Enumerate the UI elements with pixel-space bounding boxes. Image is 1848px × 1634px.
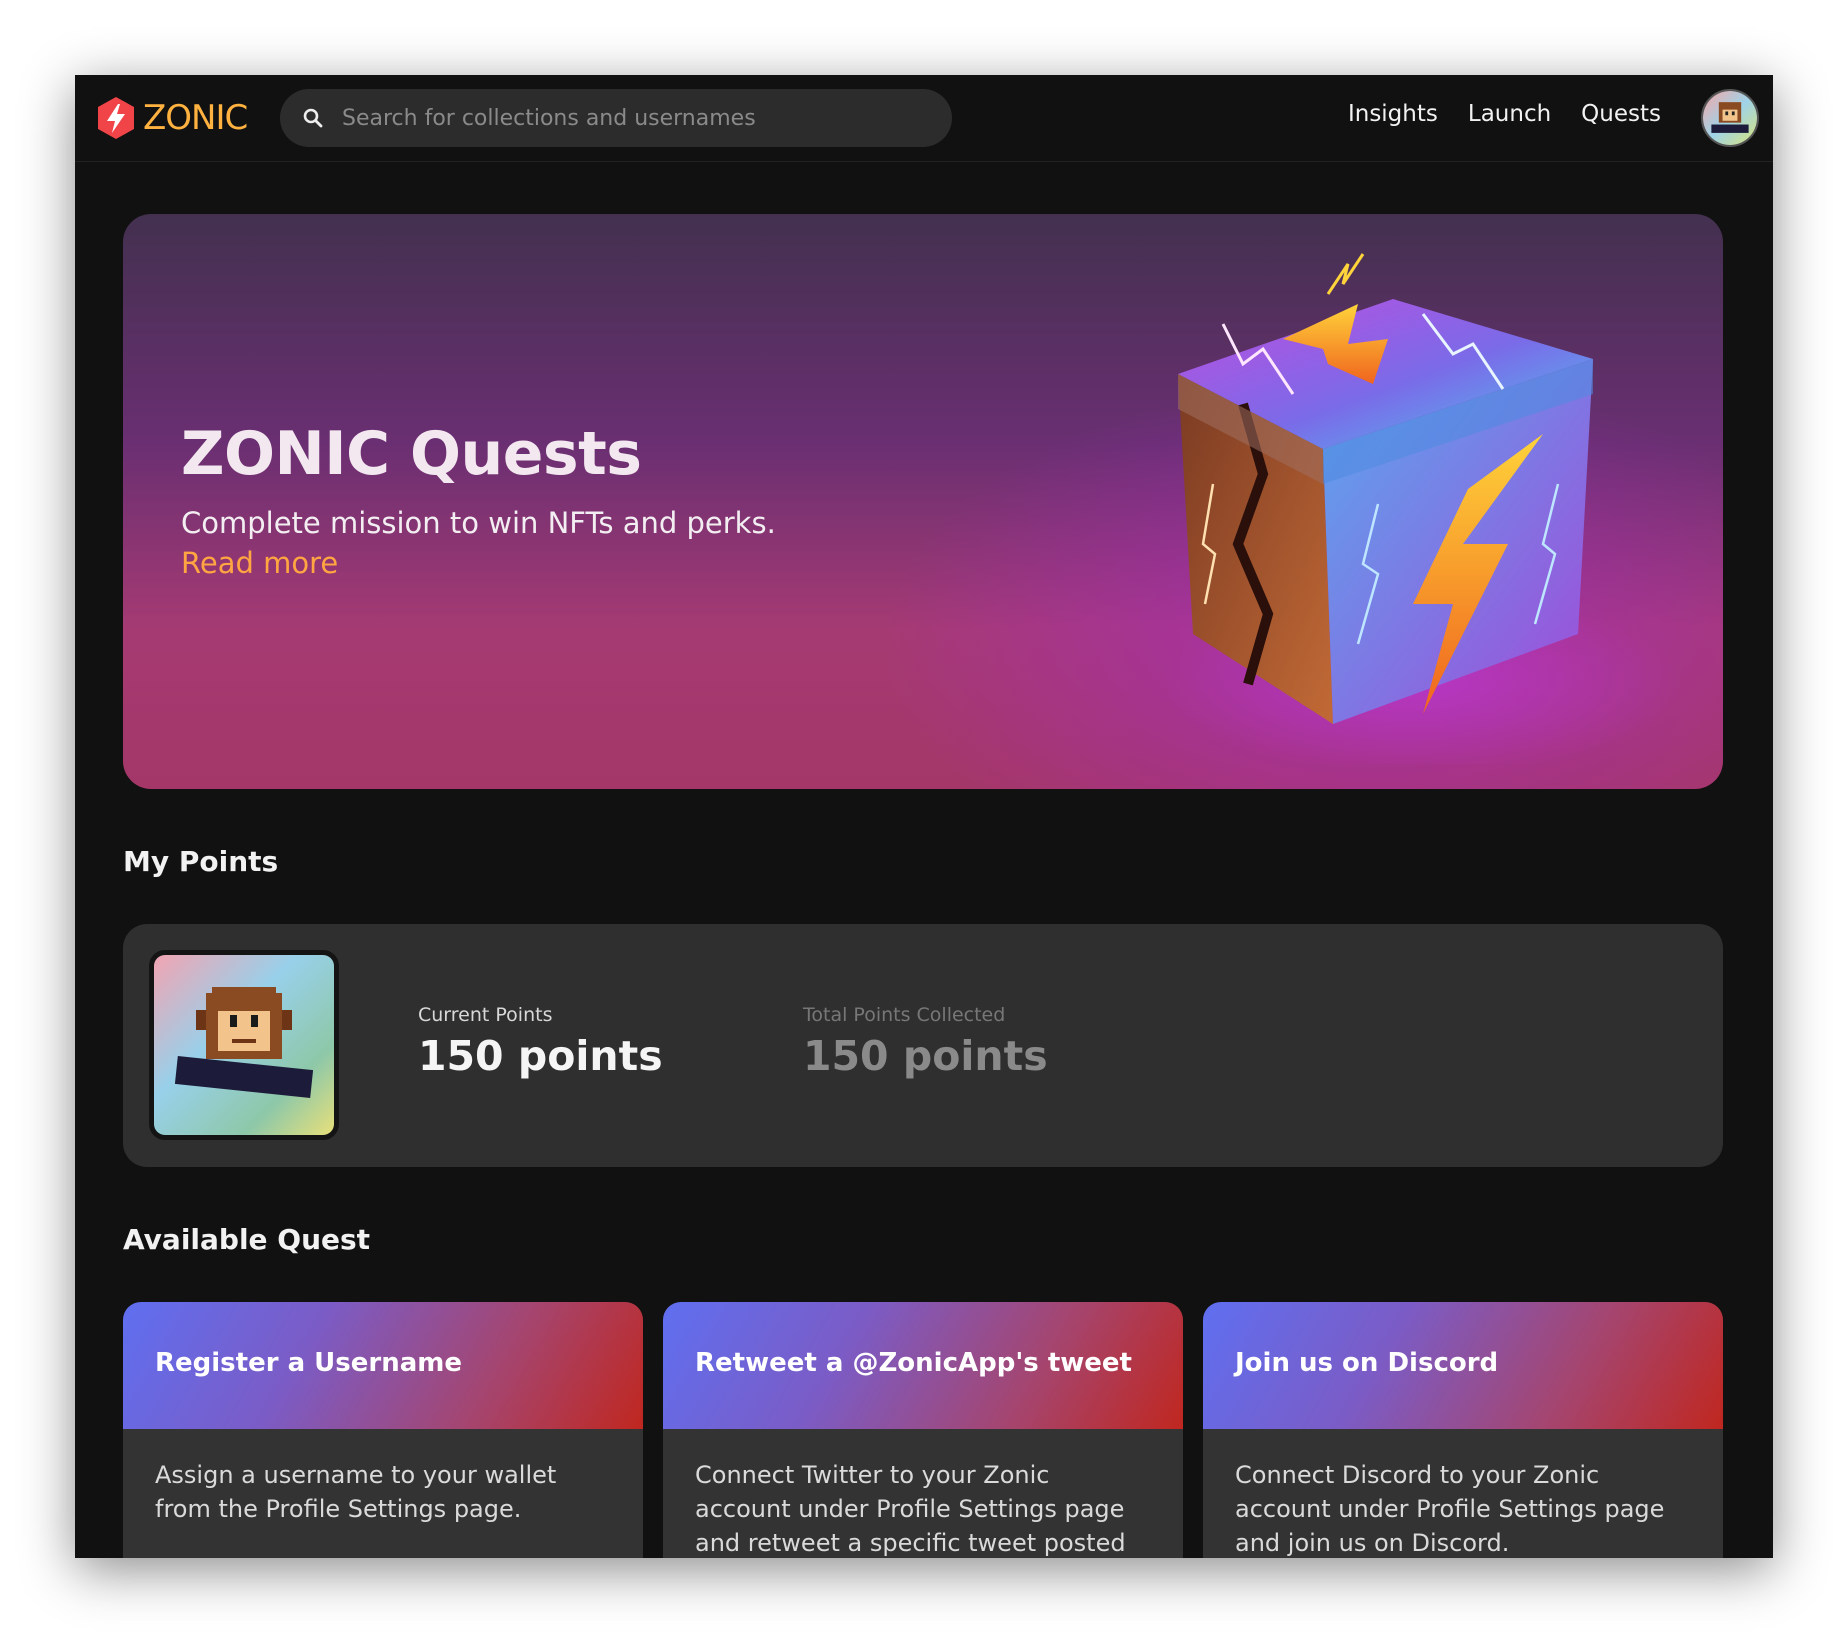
quest-card-header: Retweet a @ZonicApp's tweet (663, 1302, 1183, 1429)
hero-subtitle: Complete mission to win NFTs and perks. (181, 506, 776, 540)
points-card: Current Points 150 points Total Points C… (123, 924, 1723, 1167)
current-points-stat: Current Points 150 points (418, 1004, 663, 1080)
nav-link-quests[interactable]: Quests (1581, 101, 1661, 127)
logo-text: ZONIC (143, 98, 248, 138)
quest-title: Register a Username (155, 1348, 463, 1378)
hero-title: ZONIC Quests (181, 419, 642, 489)
quest-description: Connect Twitter to your Zonic account un… (695, 1461, 1126, 1557)
top-navbar: ZONIC Insights Launch Quests (75, 75, 1773, 162)
total-points-stat: Total Points Collected 150 points (803, 1004, 1048, 1080)
my-points-heading: My Points (123, 845, 279, 878)
zonic-logo[interactable]: ZONIC (93, 93, 248, 143)
nav-links: Insights Launch Quests (1348, 101, 1661, 127)
zonic-logo-icon (98, 97, 134, 139)
current-points-label: Current Points (418, 1004, 553, 1026)
quest-description: Assign a username to your wallet from th… (155, 1461, 557, 1523)
nav-link-launch[interactable]: Launch (1468, 101, 1551, 127)
available-quest-heading: Available Quest (123, 1223, 371, 1256)
search-bar[interactable] (280, 89, 952, 147)
app-window: ZONIC Insights Launch Quests (75, 75, 1773, 1558)
current-points-value: 150 points (418, 1032, 663, 1080)
quest-card-header: Join us on Discord (1203, 1302, 1723, 1429)
ape-avatar-icon (1703, 91, 1757, 145)
search-input[interactable] (340, 104, 944, 132)
quest-card-header: Register a Username (123, 1302, 643, 1429)
total-points-label: Total Points Collected (803, 1004, 1006, 1026)
quests-hero-banner: ZONIC Quests Complete mission to win NFT… (123, 214, 1723, 789)
total-points-value: 150 points (803, 1032, 1048, 1080)
ape-avatar-icon (154, 955, 334, 1135)
nav-link-insights[interactable]: Insights (1348, 101, 1438, 127)
search-icon (303, 108, 323, 128)
quest-description: Connect Discord to your Zonic account un… (1235, 1461, 1665, 1557)
lightning-mystery-box-icon (1163, 253, 1683, 764)
quest-title: Join us on Discord (1235, 1348, 1499, 1378)
quest-card-register-username[interactable]: Register a Username Assign a username to… (123, 1302, 643, 1558)
points-avatar (149, 950, 339, 1140)
user-avatar[interactable] (1701, 89, 1759, 147)
quest-title: Retweet a @ZonicApp's tweet (695, 1348, 1132, 1378)
read-more-link[interactable]: Read more (181, 546, 338, 580)
quest-card-retweet[interactable]: Retweet a @ZonicApp's tweet Connect Twit… (663, 1302, 1183, 1558)
quest-card-discord[interactable]: Join us on Discord Connect Discord to yo… (1203, 1302, 1723, 1558)
